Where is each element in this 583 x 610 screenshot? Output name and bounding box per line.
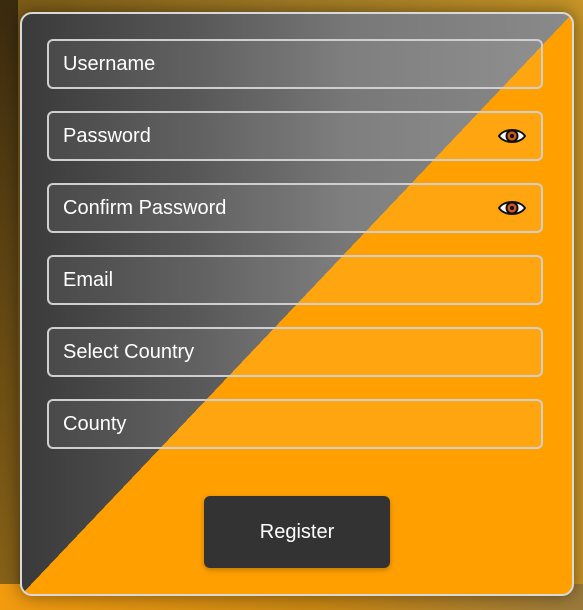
eye-icon[interactable] xyxy=(495,124,529,148)
country-select-label: Select Country xyxy=(63,340,195,363)
confirm-password-label: Confirm Password xyxy=(63,196,227,219)
email-label: Email xyxy=(63,268,114,291)
username-field[interactable]: Username xyxy=(47,39,543,89)
register-button[interactable]: Register xyxy=(204,496,390,568)
county-label: County xyxy=(63,412,127,435)
password-label: Password xyxy=(63,124,151,147)
email-field[interactable]: Email xyxy=(47,255,543,305)
eye-icon[interactable] xyxy=(495,196,529,220)
password-field[interactable]: Password xyxy=(47,111,543,161)
county-field[interactable]: County xyxy=(47,399,543,449)
confirm-password-field[interactable]: Confirm Password xyxy=(47,183,543,233)
left-background-strip xyxy=(0,0,18,610)
country-select[interactable]: Select Country xyxy=(47,327,543,377)
registration-card: Username Password Confirm Password Email… xyxy=(20,12,574,596)
username-label: Username xyxy=(63,52,156,75)
